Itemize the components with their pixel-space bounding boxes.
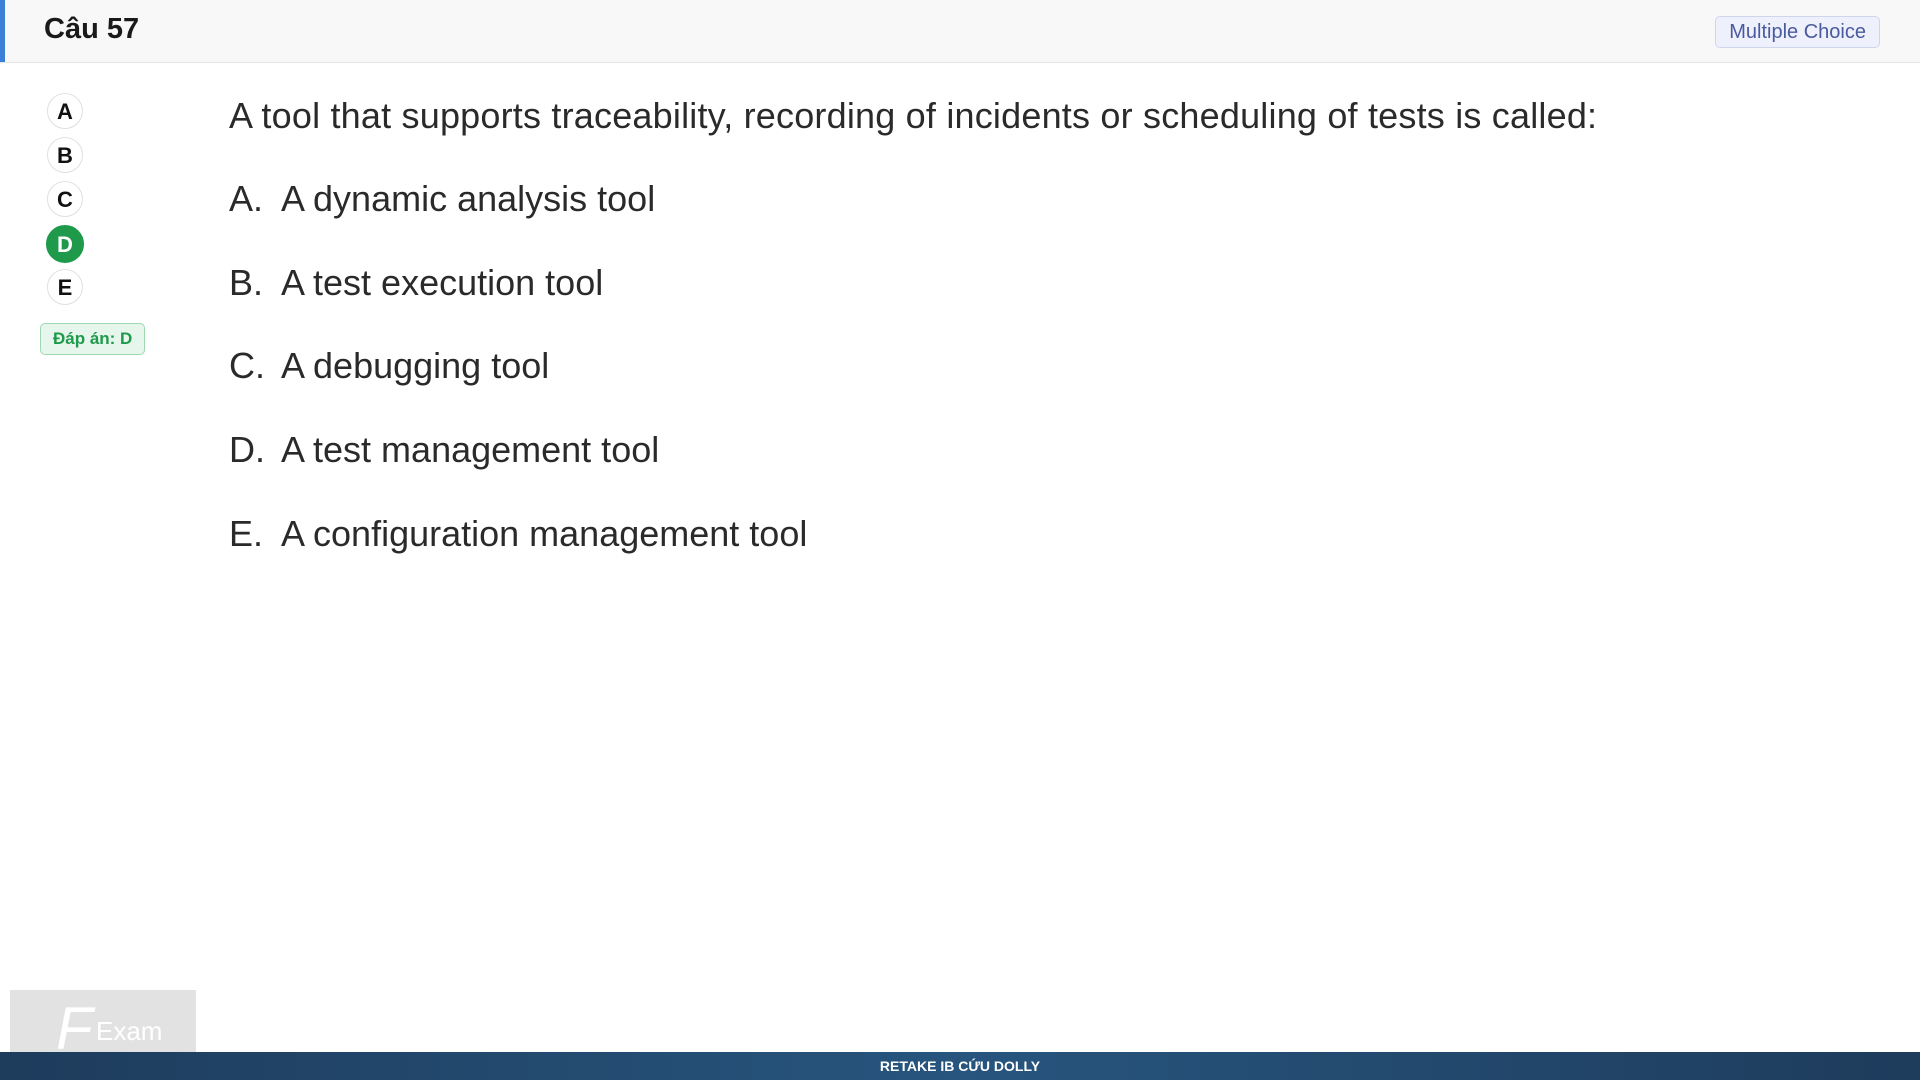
choice-d: D. A test management tool <box>229 429 659 471</box>
option-d-button[interactable]: D <box>46 225 84 263</box>
question-type-badge: Multiple Choice <box>1715 16 1880 48</box>
choice-text: A test execution tool <box>281 262 604 303</box>
choice-text: A debugging tool <box>281 345 550 386</box>
option-e-button[interactable]: E <box>47 269 83 305</box>
logo-text: Exam <box>96 1016 163 1046</box>
choice-letter: D. <box>229 429 265 470</box>
question-header: Câu 57 Multiple Choice <box>0 0 1920 63</box>
footer-banner: RETAKE IB CỨU DOLLY <box>0 1052 1920 1080</box>
option-a-button[interactable]: A <box>47 93 83 129</box>
choice-text: A dynamic analysis tool <box>281 178 656 219</box>
choice-letter: A. <box>229 178 264 219</box>
answer-badge: Đáp án: D <box>40 323 146 355</box>
option-b-button[interactable]: B <box>47 137 83 173</box>
header-accent-bar <box>0 0 5 62</box>
choice-a: A. A dynamic analysis tool <box>229 178 655 220</box>
choice-letter: E. <box>229 513 264 554</box>
question-text: A tool that supports traceability, recor… <box>229 95 1598 136</box>
choice-text: A configuration management tool <box>281 513 808 554</box>
choice-letter: C. <box>229 345 265 386</box>
choice-letter: B. <box>229 262 264 303</box>
question-title: Câu 57 <box>44 13 140 45</box>
choice-e: E. A configuration management tool <box>229 513 807 555</box>
page: Câu 57 Multiple Choice A B C D E Đáp án:… <box>0 0 1920 1080</box>
choice-c: C. A debugging tool <box>229 345 549 387</box>
choice-text: A test management tool <box>281 429 660 470</box>
option-c-button[interactable]: C <box>47 181 83 217</box>
choice-b: B. A test execution tool <box>229 262 603 304</box>
